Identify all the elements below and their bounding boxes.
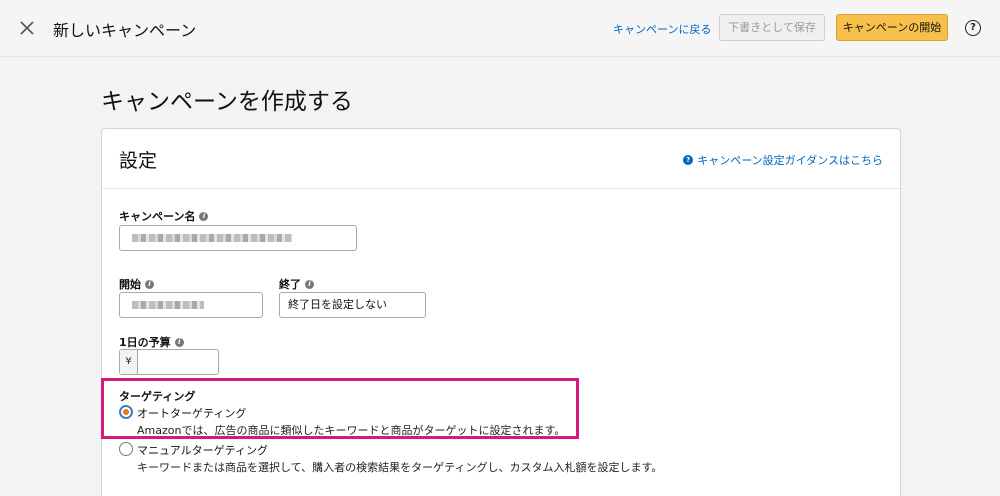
- daily-budget-input[interactable]: ¥: [119, 349, 219, 375]
- campaign-name-label: キャンペーン名 i: [119, 208, 209, 224]
- save-draft-button[interactable]: 下書きとして保存: [719, 14, 825, 41]
- settings-guide-link-text: キャンペーン設定ガイダンスはこちら: [697, 154, 883, 167]
- start-date-label-text: 開始: [119, 278, 141, 291]
- settings-card: 設定 ? キャンペーン設定ガイダンスはこちら キャンペーン名 i 開始 i 終了…: [101, 128, 901, 496]
- back-to-campaigns-link[interactable]: キャンペーンに戻る: [613, 21, 711, 37]
- currency-prefix: ¥: [120, 350, 138, 374]
- manual-targeting-label[interactable]: マニュアルターゲティング: [137, 442, 268, 458]
- redacted-value: [132, 301, 204, 309]
- info-icon[interactable]: i: [305, 279, 314, 289]
- daily-budget-label-text: 1日の予算: [119, 336, 171, 349]
- help-circle-icon[interactable]: ?: [965, 20, 981, 36]
- end-date-label: 終了 i: [279, 276, 314, 292]
- redacted-value: [132, 234, 292, 242]
- settings-guide-link[interactable]: ? キャンペーン設定ガイダンスはこちら: [683, 152, 883, 168]
- campaign-name-label-text: キャンペーン名: [119, 210, 196, 223]
- info-icon[interactable]: i: [145, 279, 154, 289]
- manual-targeting-description: キーワードまたは商品を選択して、購入者の検索結果をターゲティングし、カスタム入札…: [137, 461, 663, 474]
- start-campaign-button[interactable]: キャンペーンの開始: [836, 14, 948, 41]
- start-date-input[interactable]: [119, 292, 263, 318]
- start-date-label: 開始 i: [119, 276, 154, 292]
- campaign-name-input[interactable]: [119, 225, 357, 251]
- manual-targeting-radio[interactable]: [119, 442, 133, 456]
- settings-card-header: 設定 ? キャンペーン設定ガイダンスはこちら: [102, 129, 900, 189]
- targeting-highlight-frame: [101, 378, 579, 439]
- settings-title: 設定: [119, 150, 158, 172]
- page-title: キャンペーンを作成する: [101, 89, 353, 115]
- top-bar: 新しいキャンペーン キャンペーンに戻る 下書きとして保存 キャンペーンの開始 ?: [0, 0, 1000, 57]
- end-date-input[interactable]: 終了日を設定しない: [279, 292, 426, 318]
- app-title: 新しいキャンペーン: [53, 21, 197, 40]
- help-icon: ?: [683, 155, 694, 165]
- end-date-label-text: 終了: [279, 278, 301, 291]
- info-icon[interactable]: i: [199, 211, 209, 221]
- daily-budget-label: 1日の予算 i: [119, 334, 184, 350]
- close-icon[interactable]: [18, 19, 36, 37]
- info-icon[interactable]: i: [174, 337, 184, 347]
